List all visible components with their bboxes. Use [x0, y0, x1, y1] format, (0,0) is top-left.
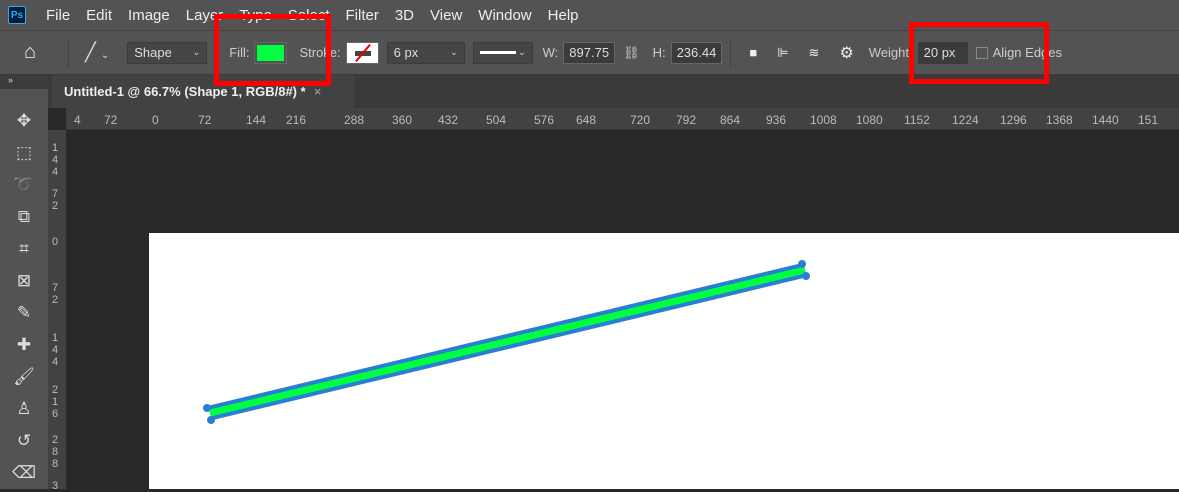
anchor-point[interactable]: [802, 272, 810, 280]
line-shape-fill: [209, 266, 806, 417]
fill-highlight-box: [214, 14, 331, 86]
anchor-point[interactable]: [203, 404, 211, 412]
anchor-point[interactable]: [798, 260, 806, 268]
anchor-point[interactable]: [207, 416, 215, 424]
weight-highlight-box: [909, 22, 1049, 84]
